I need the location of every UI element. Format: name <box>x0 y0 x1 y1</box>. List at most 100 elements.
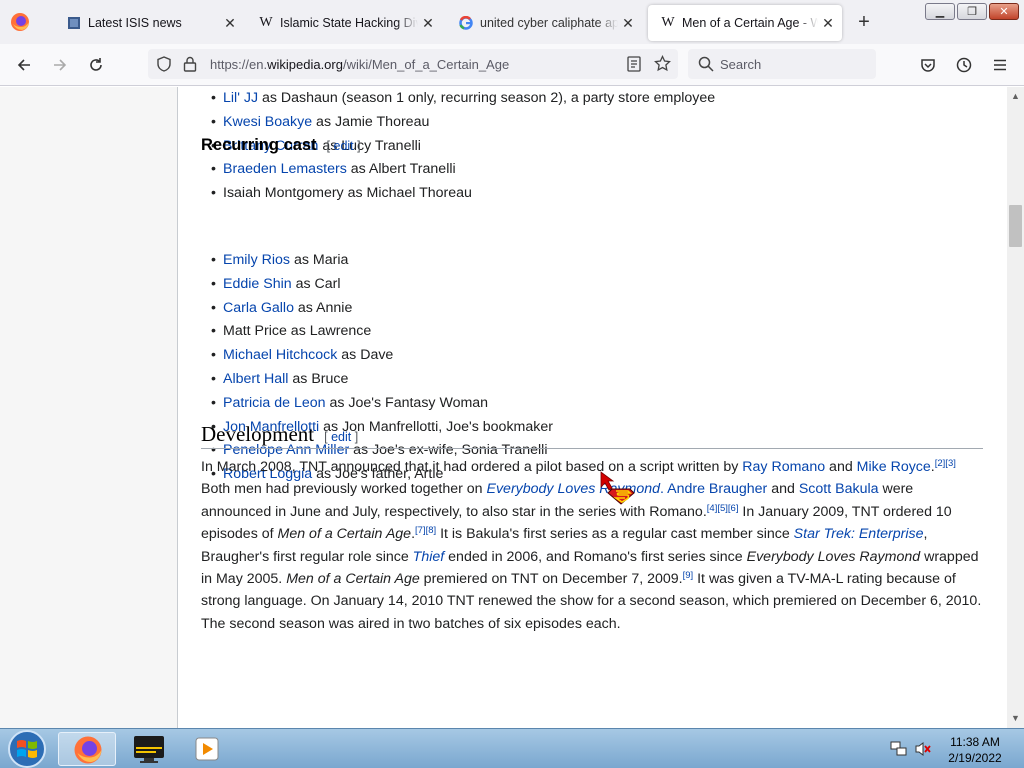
scroll-down-arrow-icon[interactable]: ▼ <box>1011 713 1020 723</box>
article-link[interactable]: Star Trek: Enterprise <box>794 526 924 542</box>
clock-time: 11:38 AM <box>950 735 1000 749</box>
cast-member-link[interactable]: Emily Rios <box>223 252 290 268</box>
start-button[interactable] <box>2 729 52 768</box>
cast-role-text: as Carl <box>291 275 341 292</box>
taskbar-app-2[interactable] <box>124 732 174 766</box>
clock-icon <box>956 57 972 73</box>
mouse-cursor-icon <box>600 471 635 505</box>
tracking-protection-shield-icon[interactable] <box>156 56 172 72</box>
cast-role-text: Matt Price as Lawrence <box>223 323 372 340</box>
cast-role-text: as Dave <box>337 347 394 364</box>
taskbar-firefox[interactable] <box>58 732 116 766</box>
google-icon <box>458 15 474 31</box>
tab-title: united cyber caliphate apt <box>480 16 618 30</box>
cast-member-link[interactable]: Michael Hitchcock <box>223 347 337 363</box>
edit-label[interactable]: edit <box>334 139 354 153</box>
cast-member-link[interactable]: Albert Hall <box>223 371 288 387</box>
cast-member-link[interactable]: Patricia de Leon <box>223 395 326 411</box>
cast-member-link[interactable]: Braeden Lemasters <box>223 161 347 177</box>
search-placeholder: Search <box>720 57 762 72</box>
edit-section-link[interactable]: [ edit ] <box>327 139 361 153</box>
reload-button[interactable] <box>84 53 108 77</box>
paragraph-text: and <box>825 459 857 475</box>
vertical-scrollbar[interactable]: ▲ ▼ <box>1007 87 1024 728</box>
development-paragraph: In March 2008, TNT announced that it had… <box>201 456 987 635</box>
app-menu-button[interactable] <box>988 53 1012 77</box>
minimize-window-button[interactable]: ▁ <box>925 3 955 20</box>
pocket-button[interactable] <box>916 53 940 77</box>
cast-list-item: Eddie Shin as Carl <box>211 273 553 297</box>
article-link[interactable]: Ray Romano <box>742 459 825 475</box>
tab-strip: Latest ISIS news ✕ W Islamic State Hacki… <box>0 0 1024 44</box>
close-tab-icon[interactable]: ✕ <box>618 13 638 33</box>
tab-islamic-state-hacking-division[interactable]: W Islamic State Hacking Divis ✕ <box>246 5 442 41</box>
url-domain: wikipedia.org <box>267 57 343 72</box>
cast-list-item: Braeden Lemasters as Albert Tranelli <box>211 158 715 182</box>
tab-men-of-a-certain-age[interactable]: W Men of a Certain Age - Wik ✕ <box>648 5 842 41</box>
history-button[interactable] <box>952 53 976 77</box>
restore-window-button[interactable]: ❐ <box>957 3 987 20</box>
url-text[interactable]: https://en.wikipedia.org/wiki/Men_of_a_C… <box>210 57 509 72</box>
citation-link[interactable]: [4][5][6] <box>707 503 739 514</box>
cast-member-link[interactable]: Kwesi Boakye <box>223 114 312 130</box>
article-link[interactable]: Mike Royce <box>857 459 931 475</box>
address-bar[interactable]: https://en.wikipedia.org/wiki/Men_of_a_C… <box>148 49 678 79</box>
back-button[interactable] <box>12 53 36 77</box>
citation-link[interactable]: [9] <box>683 570 694 581</box>
tab-title: Latest ISIS news <box>88 16 182 30</box>
bookmark-star-icon[interactable] <box>654 55 671 72</box>
system-clock[interactable]: 11:38 AM 2/19/2022 <box>940 734 1010 766</box>
search-bar[interactable]: Search <box>688 49 876 79</box>
cast-member-link[interactable]: Lil' JJ <box>223 90 258 106</box>
forward-button[interactable] <box>48 53 72 77</box>
firefox-icon <box>74 736 102 764</box>
navigation-toolbar: https://en.wikipedia.org/wiki/Men_of_a_C… <box>0 44 1024 86</box>
windows-taskbar: 11:38 AM 2/19/2022 <box>0 728 1024 768</box>
cast-list-item: Emily Rios as Maria <box>211 249 553 273</box>
cast-list-item: Patricia de Leon as Joe's Fantasy Woman <box>211 392 553 416</box>
article-link[interactable]: Thief <box>413 549 445 565</box>
cast-role-text: as Albert Tranelli <box>346 161 456 178</box>
scrollbar-thumb[interactable] <box>1009 205 1022 247</box>
edit-section-link[interactable]: [ edit ] <box>324 430 358 444</box>
cast-member-link[interactable]: Carla Gallo <box>223 300 294 316</box>
article-link[interactable]: Scott Bakula <box>799 481 879 497</box>
cast-role-text: Isaiah Montgomery as Michael Thoreau <box>223 185 472 202</box>
article-link[interactable]: Andre Braugher <box>667 481 767 497</box>
paragraph-text: Men of a Certain Age <box>286 571 420 588</box>
edit-bracket-close: ] <box>351 430 359 444</box>
tab-title: Men of a Certain Age - Wik <box>682 16 818 30</box>
citation-link[interactable]: [7][8] <box>415 525 436 536</box>
close-tab-icon[interactable]: ✕ <box>418 13 438 33</box>
cast-list-item: Matt Price as Lawrence <box>211 320 553 344</box>
network-icon[interactable] <box>890 741 908 757</box>
forward-arrow-icon <box>54 59 67 71</box>
close-tab-icon[interactable]: ✕ <box>818 13 838 33</box>
new-tab-button[interactable]: + <box>852 11 876 35</box>
lock-icon[interactable] <box>183 56 197 72</box>
cast-role-text: as Annie <box>293 299 353 316</box>
tab-united-cyber-caliphate[interactable]: united cyber caliphate apt ✕ <box>446 5 642 41</box>
search-icon <box>698 56 714 72</box>
reader-view-icon[interactable] <box>627 56 641 72</box>
edit-label[interactable]: edit <box>331 430 351 444</box>
wikipedia-icon: W <box>259 15 273 30</box>
citation-link[interactable]: [2][3] <box>935 458 956 469</box>
tab-latest-isis-news[interactable]: Latest ISIS news ✕ <box>54 5 244 41</box>
pocket-icon <box>921 59 935 72</box>
cast-member-link[interactable]: Eddie Shin <box>223 276 292 292</box>
cast-role-text: as Joe's Fantasy Woman <box>325 394 489 411</box>
paragraph-text: Both men had previously worked together … <box>201 481 487 498</box>
cast-role-text: as Maria <box>290 252 349 268</box>
close-window-button[interactable]: ✕ <box>989 3 1019 20</box>
close-tab-icon[interactable]: ✕ <box>220 13 240 33</box>
volume-muted-icon[interactable] <box>914 741 932 757</box>
hamburger-menu-icon <box>994 59 1006 71</box>
url-prefix: https://en. <box>210 57 268 72</box>
firefox-menu-icon[interactable] <box>10 12 30 32</box>
reload-icon <box>90 58 102 71</box>
scroll-up-arrow-icon[interactable]: ▲ <box>1011 91 1020 101</box>
taskbar-media-player[interactable] <box>182 732 232 766</box>
cast-list-item: Michael Hitchcock as Dave <box>211 344 553 368</box>
paragraph-text: It is Bakula's first series as a regular… <box>436 526 794 543</box>
